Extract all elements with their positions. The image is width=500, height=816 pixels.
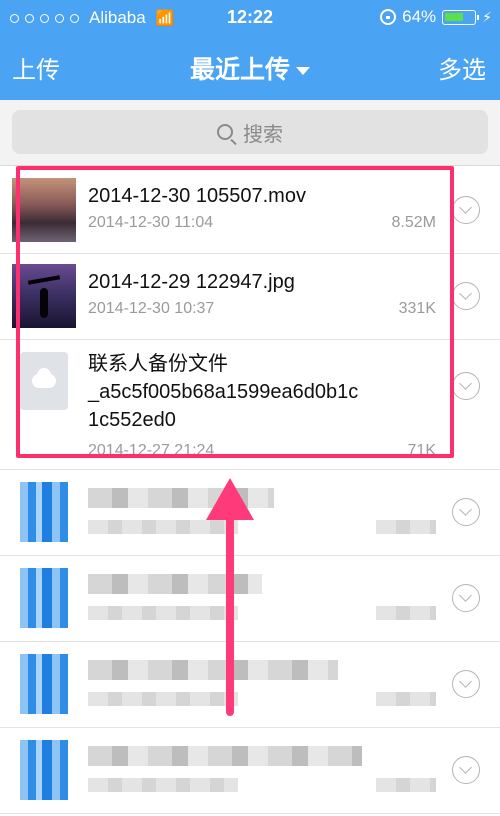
battery-icon	[442, 9, 480, 25]
search-input[interactable]: 搜索	[12, 110, 488, 154]
multi-select-button[interactable]: 多选	[438, 50, 486, 85]
list-item[interactable]	[0, 728, 500, 814]
blurred-text	[88, 660, 338, 680]
search-icon	[217, 124, 233, 140]
blurred-text	[376, 778, 436, 792]
search-section: 搜索	[0, 100, 500, 166]
status-right: 64% ⚡	[380, 7, 492, 27]
chevron-down-icon[interactable]	[452, 372, 480, 400]
battery-percent: 64%	[402, 7, 437, 26]
rotation-lock-icon	[380, 9, 397, 25]
caret-down-icon	[296, 67, 310, 76]
top-bar: Alibaba 📶 12:22 64% ⚡ 上传 最近上传 多选	[0, 0, 500, 100]
charging-bolt-icon: ⚡	[482, 8, 492, 25]
blurred-text	[88, 778, 238, 792]
chevron-down-icon[interactable]	[452, 584, 480, 612]
blurred-text	[88, 746, 362, 766]
list-item[interactable]	[0, 556, 500, 642]
blurred-file-icon	[20, 568, 68, 628]
blurred-text	[88, 520, 238, 534]
chevron-down-icon[interactable]	[452, 756, 480, 784]
nav-title-dropdown[interactable]: 最近上传	[0, 50, 500, 86]
chevron-down-icon[interactable]	[452, 498, 480, 526]
blurred-file-icon	[20, 740, 68, 800]
nav-title: 最近上传	[189, 56, 290, 84]
highlight-box	[16, 166, 454, 458]
chevron-down-icon[interactable]	[452, 282, 480, 310]
arrow-shaft	[226, 510, 234, 716]
chevron-down-icon[interactable]	[452, 670, 480, 698]
blurred-file-icon	[20, 654, 68, 714]
blurred-text	[376, 520, 436, 534]
blurred-text	[88, 574, 262, 594]
blurred-text	[88, 692, 238, 706]
list-item[interactable]	[0, 642, 500, 728]
blurred-file-icon	[20, 482, 68, 542]
battery-fill	[445, 12, 464, 21]
search-placeholder: 搜索	[243, 123, 283, 146]
nav-bar: 上传 最近上传 多选	[0, 36, 500, 100]
blurred-text	[376, 606, 436, 620]
blurred-text	[88, 606, 238, 620]
blurred-text	[376, 692, 436, 706]
status-bar: Alibaba 📶 12:22 64% ⚡	[0, 0, 500, 36]
chevron-down-icon[interactable]	[452, 196, 480, 224]
